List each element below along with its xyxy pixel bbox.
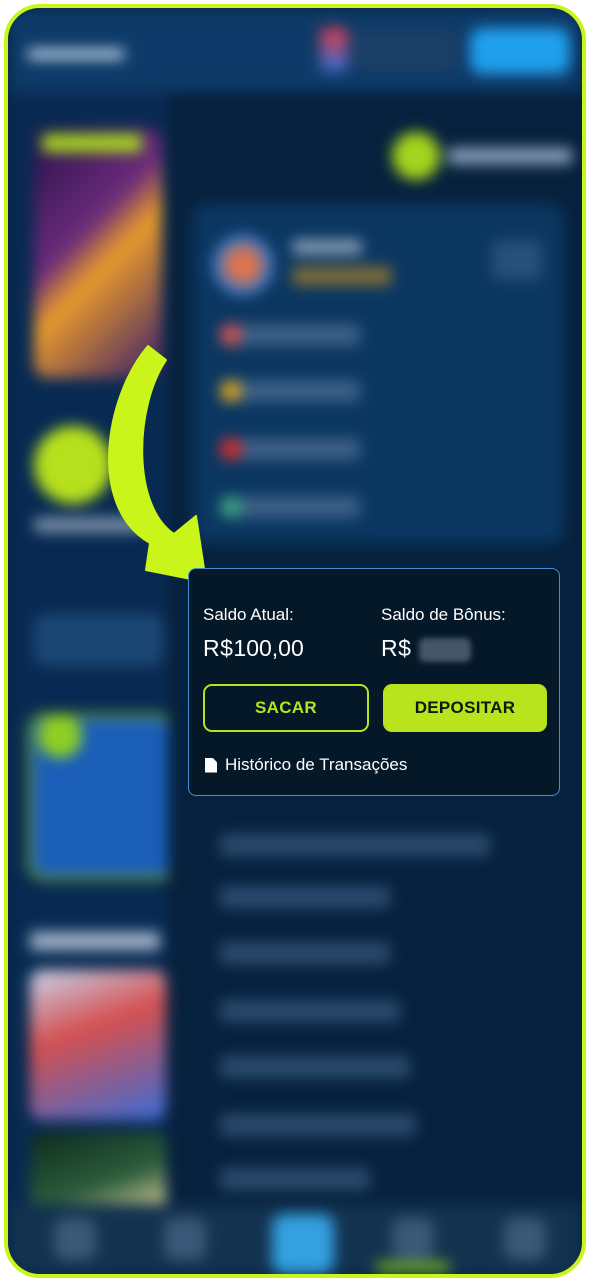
language-flag-icon bbox=[320, 28, 348, 72]
nav-item bbox=[54, 1218, 96, 1260]
header-cta-button bbox=[470, 28, 570, 74]
profile-side-button bbox=[492, 240, 542, 280]
menu-item bbox=[220, 834, 490, 856]
transaction-history-link[interactable]: Histórico de Transações bbox=[205, 755, 407, 775]
arrow-pointer-icon bbox=[108, 345, 207, 583]
current-balance-value: R$100,00 bbox=[203, 635, 304, 662]
withdraw-button[interactable]: SACAR bbox=[203, 684, 369, 732]
bonus-balance-currency: R$ bbox=[381, 635, 412, 661]
current-balance-currency: R$ bbox=[203, 635, 234, 661]
bonus-balance-amount-hidden bbox=[419, 637, 472, 662]
menu-item bbox=[220, 324, 360, 346]
phone-frame: ▬▬▬ Saldo Atual: Saldo de Bônus: R$100,0… bbox=[4, 4, 586, 1278]
game-thumbnail bbox=[30, 970, 166, 1120]
menu-item bbox=[220, 438, 360, 460]
menu-item bbox=[220, 942, 390, 964]
menu-item bbox=[220, 886, 390, 908]
bonus-balance-value: R$ bbox=[381, 635, 472, 662]
left-pill-button bbox=[34, 614, 164, 666]
menu-item bbox=[220, 1000, 400, 1022]
document-icon bbox=[205, 757, 217, 773]
nav-active-indicator bbox=[376, 1262, 450, 1272]
balance-card: Saldo Atual: Saldo de Bônus: R$100,00 R$… bbox=[188, 568, 560, 796]
transaction-history-label: Histórico de Transações bbox=[225, 755, 408, 774]
current-balance-label: Saldo Atual: bbox=[203, 605, 294, 624]
user-badge bbox=[292, 266, 392, 286]
current-balance-amount: 100,00 bbox=[233, 635, 304, 661]
menu-item bbox=[220, 380, 360, 402]
user-button bbox=[392, 132, 440, 180]
game-thumbnail bbox=[30, 1132, 166, 1212]
user-button-label bbox=[448, 148, 572, 164]
user-name bbox=[292, 240, 362, 254]
promo-tag bbox=[42, 134, 142, 152]
section-label bbox=[30, 932, 160, 950]
avatar bbox=[212, 234, 274, 296]
menu-item bbox=[220, 1056, 410, 1078]
menu-item bbox=[220, 1114, 416, 1136]
nav-item bbox=[392, 1218, 434, 1260]
nav-center-button bbox=[272, 1214, 334, 1274]
header-pill bbox=[352, 30, 458, 70]
logo: ▬▬▬ bbox=[28, 30, 124, 66]
menu-item bbox=[220, 1168, 370, 1190]
nav-item bbox=[164, 1218, 206, 1260]
deposit-button[interactable]: DEPOSITAR bbox=[383, 684, 547, 732]
bonus-balance-label: Saldo de Bônus: bbox=[381, 605, 506, 624]
nav-item bbox=[504, 1218, 546, 1260]
promo-card-badge bbox=[38, 714, 82, 758]
menu-item bbox=[220, 496, 360, 518]
